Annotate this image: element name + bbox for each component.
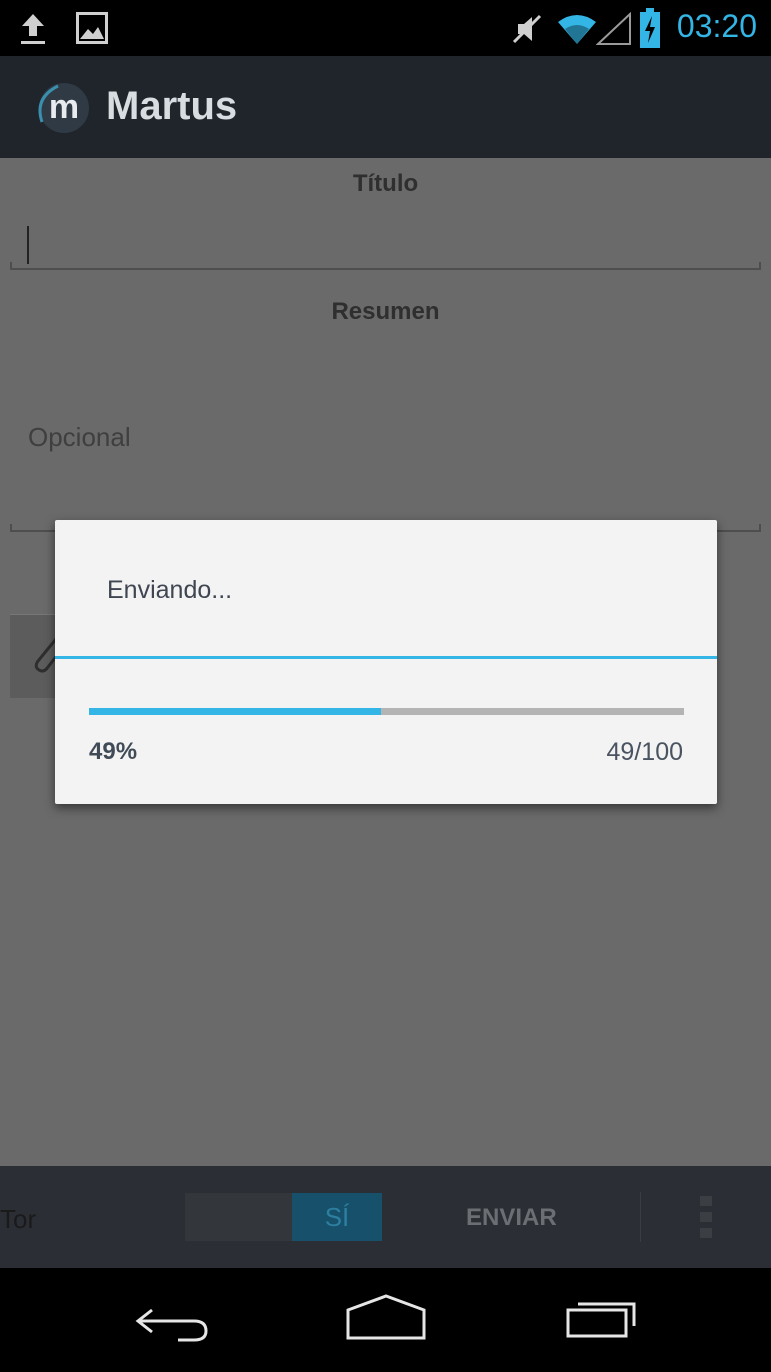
battery-charging-icon <box>640 8 660 48</box>
bottom-action-bar: Tor SÍ ENVIAR <box>0 1166 771 1268</box>
progress-count: 49/100 <box>606 738 683 766</box>
progress-fill <box>89 708 381 715</box>
status-bar: 03:20 <box>0 0 771 56</box>
title-cursor <box>27 226 29 264</box>
home-icon[interactable] <box>344 1294 428 1340</box>
progress-percent: 49% <box>89 738 138 765</box>
action-bar: m Martus <box>0 56 771 158</box>
svg-text:m: m <box>49 88 79 126</box>
status-time: 03:20 <box>676 8 757 44</box>
action-divider <box>640 1192 641 1242</box>
title-input[interactable] <box>10 262 761 270</box>
navigation-bar <box>0 1268 771 1372</box>
mute-icon <box>512 14 542 44</box>
image-icon <box>76 12 108 44</box>
back-icon[interactable] <box>132 1302 212 1342</box>
summary-input[interactable]: Opcional <box>28 422 131 453</box>
progress-bar <box>89 708 684 715</box>
sending-dialog: Enviando... 49% 49/100 <box>55 520 717 804</box>
tor-toggle-on: SÍ <box>292 1193 382 1241</box>
tor-toggle[interactable]: SÍ <box>185 1193 382 1241</box>
recent-apps-icon[interactable] <box>566 1296 642 1338</box>
wifi-icon <box>558 15 596 44</box>
martus-logo-icon[interactable]: m <box>32 78 92 138</box>
title-label: Título <box>352 170 419 197</box>
dialog-title: Enviando... <box>107 576 233 604</box>
upload-icon <box>21 14 45 44</box>
summary-label: Resumen <box>331 298 440 325</box>
send-button[interactable]: ENVIAR <box>466 1204 557 1232</box>
overflow-menu-icon[interactable] <box>700 1196 712 1240</box>
app-title: Martus <box>106 84 238 128</box>
tor-label: Tor <box>0 1204 37 1234</box>
signal-icon <box>596 12 631 45</box>
dialog-divider <box>55 656 717 659</box>
